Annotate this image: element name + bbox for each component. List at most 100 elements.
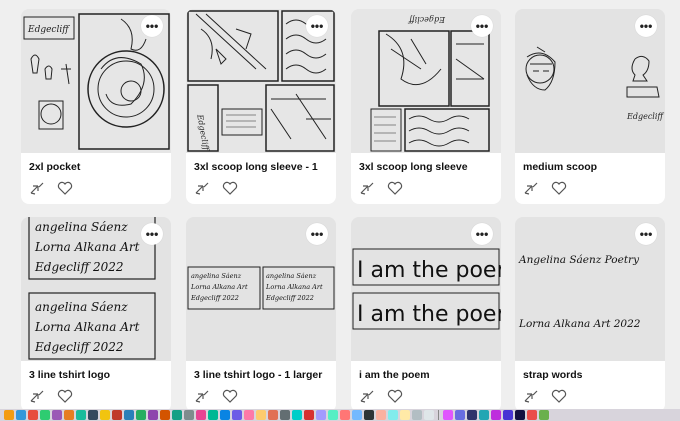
dock-app-icon[interactable] <box>340 410 350 420</box>
more-options-icon[interactable]: ••• <box>635 15 657 37</box>
edgecliff-sketch-text: Edgecliff <box>27 25 70 35</box>
dock-app-icon[interactable] <box>172 410 182 420</box>
macos-dock[interactable] <box>0 409 680 421</box>
heart-icon[interactable] <box>57 180 73 196</box>
card-title[interactable]: medium scoop <box>523 161 661 173</box>
dock-app-icon[interactable] <box>388 410 398 420</box>
heart-icon[interactable] <box>387 388 403 404</box>
dock-app-icon[interactable] <box>76 410 86 420</box>
share-arrow-icon[interactable] <box>359 388 375 404</box>
card-title[interactable]: 3xl scoop long sleeve - 1 <box>194 161 332 173</box>
dock-app-icon[interactable] <box>376 410 386 420</box>
design-card[interactable]: Edgecliff ••• 3xl scoop long sleeve <box>351 9 501 204</box>
dock-separator <box>438 410 439 420</box>
dock-app-icon[interactable] <box>64 410 74 420</box>
more-options-icon[interactable]: ••• <box>306 223 328 245</box>
dock-app-icon[interactable] <box>88 410 98 420</box>
dock-app-icon[interactable] <box>539 410 549 420</box>
dock-app-icon[interactable] <box>364 410 374 420</box>
more-options-icon[interactable]: ••• <box>471 223 493 245</box>
design-thumbnail[interactable]: I am the poem I am the poem ••• <box>351 217 501 361</box>
card-title[interactable]: 2xl pocket <box>29 161 167 173</box>
design-card[interactable]: Edgecliff ••• 3xl scoop long sleeve - 1 <box>186 9 336 204</box>
heart-icon[interactable] <box>57 388 73 404</box>
share-arrow-icon[interactable] <box>29 388 45 404</box>
dock-app-icon[interactable] <box>16 410 26 420</box>
dock-app-icon[interactable] <box>244 410 254 420</box>
more-options-icon[interactable]: ••• <box>635 223 657 245</box>
dock-app-icon[interactable] <box>40 410 50 420</box>
share-arrow-icon[interactable] <box>194 388 210 404</box>
dock-app-icon[interactable] <box>424 410 434 420</box>
more-options-icon[interactable]: ••• <box>306 15 328 37</box>
dock-app-icon[interactable] <box>400 410 410 420</box>
dock-app-icon[interactable] <box>196 410 206 420</box>
more-options-icon[interactable]: ••• <box>141 223 163 245</box>
share-arrow-icon[interactable] <box>29 180 45 196</box>
dock-app-icon[interactable] <box>280 410 290 420</box>
design-thumbnail[interactable]: Edgecliff ••• <box>515 9 665 153</box>
design-card[interactable]: angelina Sáenz Lorna Alkana Art Edgeclif… <box>186 217 336 412</box>
dock-app-icon[interactable] <box>148 410 158 420</box>
dock-app-icon[interactable] <box>455 410 465 420</box>
card-title[interactable]: 3 line tshirt logo <box>29 369 167 381</box>
dock-app-icon[interactable] <box>352 410 362 420</box>
svg-text:Lorna Alkana Art: Lorna Alkana Art <box>34 320 140 334</box>
dock-app-icon[interactable] <box>4 410 14 420</box>
dock-app-icon[interactable] <box>443 410 453 420</box>
more-options-icon[interactable]: ••• <box>471 15 493 37</box>
more-options-icon[interactable]: ••• <box>141 15 163 37</box>
card-title[interactable]: i am the poem <box>359 369 497 381</box>
dock-app-icon[interactable] <box>112 410 122 420</box>
dock-app-icon[interactable] <box>515 410 525 420</box>
design-card[interactable]: I am the poem I am the poem ••• i am the… <box>351 217 501 412</box>
design-thumbnail[interactable]: Edgecliff ••• <box>186 9 336 153</box>
dock-app-icon[interactable] <box>124 410 134 420</box>
design-thumbnail[interactable]: Edgecliff ••• <box>351 9 501 153</box>
design-thumbnail[interactable]: angelina Sáenz Lorna Alkana Art Edgeclif… <box>186 217 336 361</box>
dock-app-icon[interactable] <box>328 410 338 420</box>
dock-app-icon[interactable] <box>136 410 146 420</box>
dock-app-icon[interactable] <box>467 410 477 420</box>
dock-app-icon[interactable] <box>184 410 194 420</box>
design-card[interactable]: Angelina Sáenz Poetry Lorna Alkana Art 2… <box>515 217 665 412</box>
dock-app-icon[interactable] <box>208 410 218 420</box>
design-thumbnail[interactable]: angelina Sáenz Lorna Alkana Art Edgeclif… <box>21 217 171 361</box>
dock-app-icon[interactable] <box>160 410 170 420</box>
card-title[interactable]: 3 line tshirt logo - 1 larger <box>194 369 332 381</box>
design-card[interactable]: angelina Sáenz Lorna Alkana Art Edgeclif… <box>21 217 171 412</box>
share-arrow-icon[interactable] <box>523 180 539 196</box>
dock-app-icon[interactable] <box>100 410 110 420</box>
svg-text:Angelina Sáenz Poetry: Angelina Sáenz Poetry <box>518 254 640 266</box>
dock-app-icon[interactable] <box>412 410 422 420</box>
heart-icon[interactable] <box>551 180 567 196</box>
dock-app-icon[interactable] <box>479 410 489 420</box>
svg-text:Lorna Alkana Art: Lorna Alkana Art <box>34 240 140 254</box>
design-thumbnail[interactable]: Edgecliff ••• <box>21 9 171 153</box>
dock-app-icon[interactable] <box>28 410 38 420</box>
design-thumbnail[interactable]: Angelina Sáenz Poetry Lorna Alkana Art 2… <box>515 217 665 361</box>
dock-app-icon[interactable] <box>491 410 501 420</box>
heart-icon[interactable] <box>551 388 567 404</box>
dock-app-icon[interactable] <box>292 410 302 420</box>
card-title[interactable]: 3xl scoop long sleeve <box>359 161 497 173</box>
heart-icon[interactable] <box>222 388 238 404</box>
share-arrow-icon[interactable] <box>523 388 539 404</box>
heart-icon[interactable] <box>387 180 403 196</box>
heart-icon[interactable] <box>222 180 238 196</box>
dock-app-icon[interactable] <box>503 410 513 420</box>
dock-app-icon[interactable] <box>256 410 266 420</box>
design-card[interactable]: Edgecliff ••• medium scoop <box>515 9 665 204</box>
dock-app-icon[interactable] <box>268 410 278 420</box>
dock-app-icon[interactable] <box>232 410 242 420</box>
dock-app-icon[interactable] <box>527 410 537 420</box>
share-arrow-icon[interactable] <box>359 180 375 196</box>
svg-text:Edgecliff: Edgecliff <box>408 15 446 24</box>
dock-app-icon[interactable] <box>316 410 326 420</box>
dock-app-icon[interactable] <box>304 410 314 420</box>
card-title[interactable]: strap words <box>523 369 661 381</box>
dock-app-icon[interactable] <box>220 410 230 420</box>
design-card[interactable]: Edgecliff ••• 2xl pocket <box>21 9 171 204</box>
share-arrow-icon[interactable] <box>194 180 210 196</box>
dock-app-icon[interactable] <box>52 410 62 420</box>
